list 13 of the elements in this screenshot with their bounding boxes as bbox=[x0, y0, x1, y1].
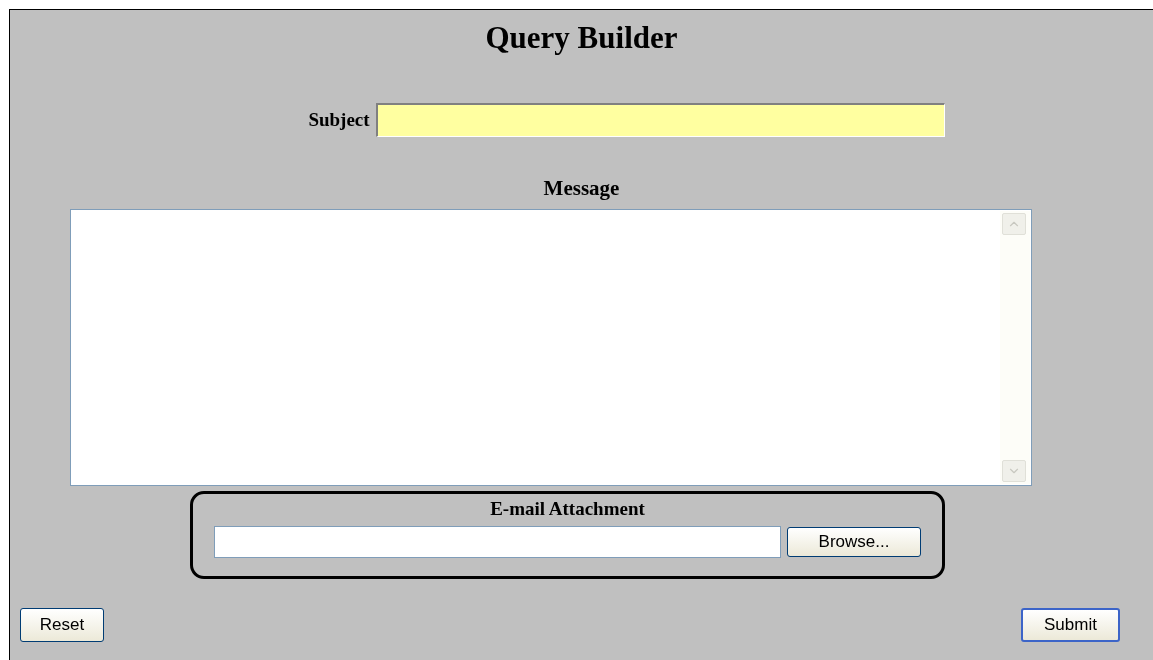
message-field[interactable] bbox=[69, 209, 1032, 486]
subject-field[interactable] bbox=[375, 103, 945, 137]
submit-button[interactable]: Submit bbox=[1021, 608, 1120, 642]
reset-button[interactable]: Reset bbox=[20, 608, 104, 642]
subject-label: Subject bbox=[308, 107, 370, 132]
attachment-label: E-mail Attachment bbox=[490, 497, 645, 521]
page-title: Query Builder bbox=[485, 19, 678, 57]
attachment-field[interactable] bbox=[214, 526, 781, 558]
browse-button[interactable]: Browse... bbox=[787, 527, 921, 557]
scroll-down-button[interactable] bbox=[1001, 460, 1026, 482]
message-label: Message bbox=[543, 175, 620, 201]
scroll-up-button[interactable] bbox=[1001, 213, 1026, 235]
scrollbar[interactable] bbox=[999, 211, 1030, 484]
